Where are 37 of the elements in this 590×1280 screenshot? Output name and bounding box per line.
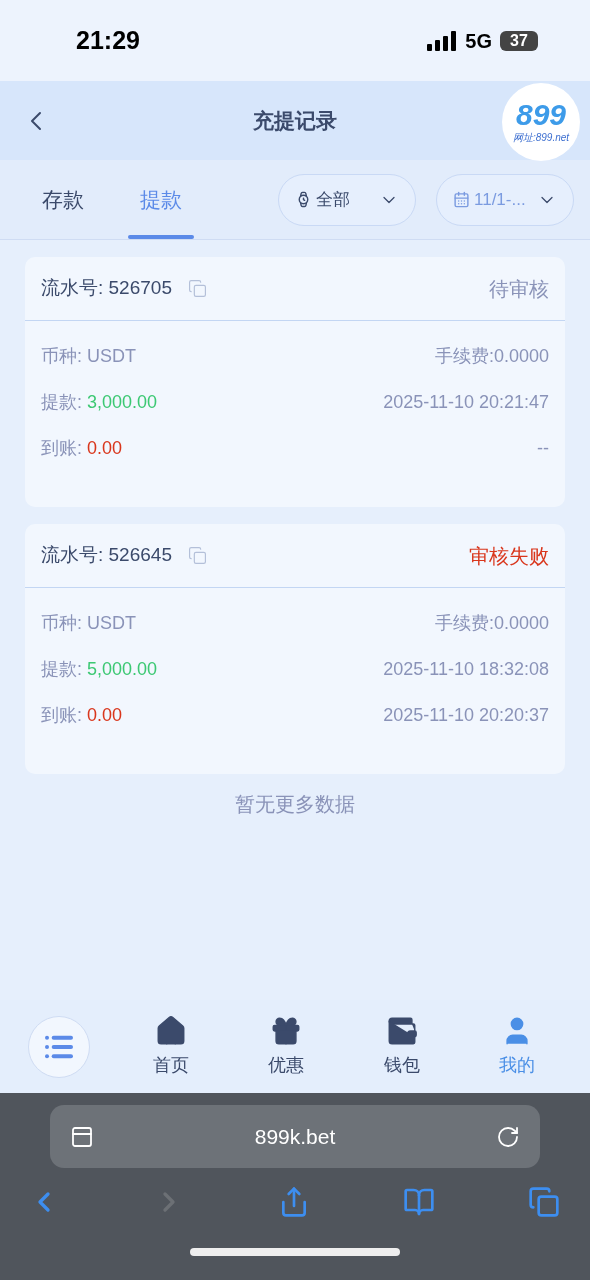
detail-value: 提款: 5,000.00 (41, 657, 158, 681)
copy-icon[interactable] (187, 546, 207, 565)
reload-icon[interactable] (496, 1124, 520, 1149)
serial-number: 流水号: 526705 (41, 276, 172, 301)
detail-value: 币种: USDT (41, 344, 136, 368)
detail-value: 到账: 0.00 (41, 703, 123, 727)
detail-value: 币种: USDT (41, 611, 136, 635)
status-label: 审核失败 (469, 543, 549, 569)
tabs-icon[interactable] (528, 1186, 560, 1218)
signal-icon (427, 30, 458, 51)
detail-info: -- (537, 436, 549, 460)
serial-number: 流水号: 526645 (41, 543, 172, 568)
nav-item[interactable]: 优惠 (251, 1014, 321, 1079)
filter-dropdown[interactable]: 全部 (278, 173, 416, 226)
network-label: 5G (465, 28, 492, 54)
battery-icon: 37 (500, 30, 538, 51)
address-bar[interactable]: 899k.bet (50, 1105, 540, 1168)
calendar-icon (453, 191, 470, 208)
detail-value: 到账: 0.00 (41, 436, 123, 460)
nav-item[interactable]: 钱包 (366, 1014, 437, 1079)
detail-value: 提款: 3,000.00 (41, 390, 158, 414)
page-menu-icon[interactable] (70, 1124, 94, 1149)
detail-info: 2025-11-10 18:32:08 (383, 657, 549, 681)
detail-info: 手续费:0.0000 (434, 344, 549, 368)
nav-item[interactable]: 首页 (135, 1014, 206, 1079)
detail-info: 2025-11-10 20:21:47 (383, 390, 549, 414)
detail-info: 手续费:0.0000 (434, 611, 549, 635)
copy-icon[interactable] (187, 279, 207, 298)
logo: 899 网址:899.net (502, 83, 580, 161)
tab[interactable]: 存款 (14, 160, 112, 239)
page-title: 充提记录 (253, 107, 337, 134)
end-note: 暂无更多数据 (234, 792, 356, 817)
status-label: 待审核 (489, 276, 549, 302)
detail-info: 2025-11-10 20:20:37 (383, 703, 549, 727)
book-icon[interactable] (403, 1186, 435, 1218)
status-time: 21:29 (76, 24, 140, 56)
url-text: 899k.bet (254, 1123, 336, 1150)
